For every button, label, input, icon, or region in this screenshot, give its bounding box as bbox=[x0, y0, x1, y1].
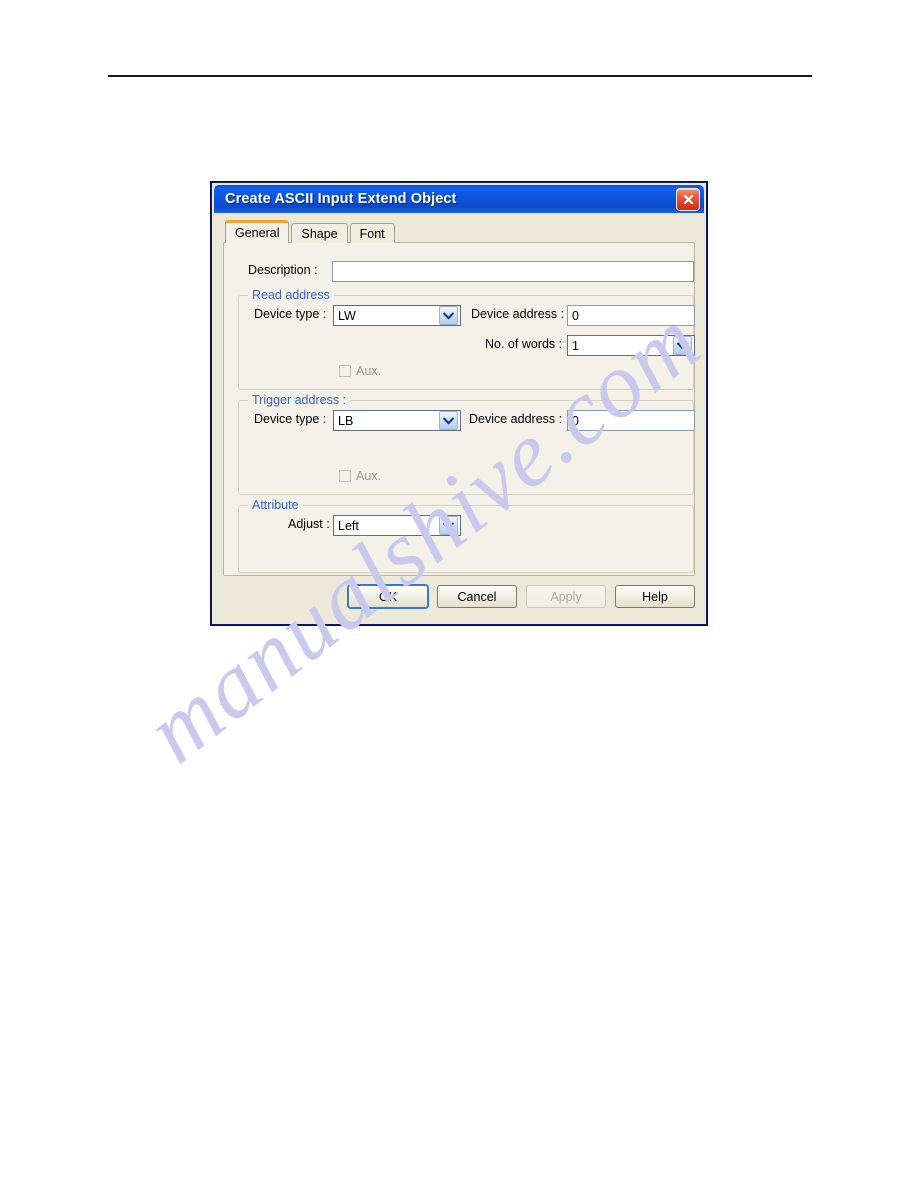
read-device-type-select[interactable]: LW bbox=[333, 305, 461, 326]
chevron-down-icon[interactable] bbox=[439, 411, 458, 430]
cancel-button[interactable]: Cancel bbox=[437, 585, 517, 608]
chevron-down-icon[interactable] bbox=[439, 306, 458, 325]
attribute-group-title: Attribute bbox=[248, 498, 303, 512]
read-address-group: Read address Device type : LW Device add… bbox=[238, 288, 695, 390]
chevron-down-icon[interactable] bbox=[439, 516, 458, 535]
dialog-body: General Shape Font Description : Read ad… bbox=[214, 213, 704, 622]
trigger-device-address-row: Device address : bbox=[469, 412, 562, 426]
trigger-aux-checkbox-row[interactable]: Aux. bbox=[339, 469, 381, 483]
read-device-address-label: Device address : bbox=[471, 307, 565, 321]
trigger-device-address-label: Device address : bbox=[469, 412, 563, 426]
create-ascii-input-extend-object-dialog: Create ASCII Input Extend Object General… bbox=[211, 182, 707, 625]
apply-button: Apply bbox=[526, 585, 606, 608]
close-icon[interactable] bbox=[676, 188, 700, 211]
adjust-label: Adjust : bbox=[288, 517, 330, 531]
read-aux-checkbox-row[interactable]: Aux. bbox=[339, 364, 381, 378]
tab-font[interactable]: Font bbox=[349, 223, 395, 243]
trigger-device-type-row: Device type : bbox=[254, 412, 326, 426]
page-horizontal-rule bbox=[108, 75, 812, 77]
dialog-title: Create ASCII Input Extend Object bbox=[225, 191, 457, 207]
trigger-device-address-input[interactable]: 0 bbox=[567, 410, 695, 431]
no-of-words-select[interactable]: 1 bbox=[567, 335, 695, 356]
attribute-group: Attribute Adjust : Left bbox=[238, 498, 694, 573]
tab-shape[interactable]: Shape bbox=[291, 223, 348, 243]
tabpanel-general: Description : Read address Device type :… bbox=[223, 242, 695, 576]
read-device-address-row: Device address : bbox=[471, 307, 564, 321]
dialog-tabs: General Shape Font bbox=[225, 220, 397, 243]
trigger-address-group: Trigger address : Device type : LB Devic… bbox=[238, 393, 695, 495]
no-of-words-value: 1 bbox=[572, 338, 579, 353]
description-label: Description : bbox=[248, 263, 318, 277]
read-aux-label: Aux. bbox=[356, 364, 382, 378]
help-button[interactable]: Help bbox=[615, 585, 695, 608]
trigger-address-group-title: Trigger address : bbox=[248, 393, 351, 407]
trigger-device-type-label: Device type : bbox=[254, 412, 327, 426]
read-device-type-row: Device type : bbox=[254, 307, 326, 321]
no-of-words-row: No. of words : bbox=[485, 337, 562, 351]
trigger-device-type-select[interactable]: LB bbox=[333, 410, 461, 431]
read-device-address-input[interactable]: 0 bbox=[567, 305, 695, 326]
trigger-aux-checkbox[interactable] bbox=[339, 470, 351, 482]
no-of-words-label: No. of words : bbox=[485, 337, 563, 351]
description-row: Description : bbox=[248, 263, 317, 277]
ok-button[interactable]: OK bbox=[348, 585, 428, 608]
read-device-type-value: LW bbox=[338, 308, 356, 323]
adjust-row: Adjust : bbox=[288, 517, 330, 531]
chevron-down-icon[interactable] bbox=[673, 336, 692, 355]
adjust-select[interactable]: Left bbox=[333, 515, 461, 536]
trigger-device-type-value: LB bbox=[338, 413, 354, 428]
adjust-value: Left bbox=[338, 518, 359, 533]
trigger-aux-label: Aux. bbox=[356, 469, 382, 483]
tab-general[interactable]: General bbox=[225, 220, 290, 243]
dialog-footer: OK Cancel Apply Help bbox=[214, 582, 704, 616]
dialog-titlebar[interactable]: Create ASCII Input Extend Object bbox=[214, 185, 704, 213]
description-input[interactable] bbox=[332, 261, 694, 282]
read-aux-checkbox[interactable] bbox=[339, 365, 351, 377]
read-device-type-label: Device type : bbox=[254, 307, 327, 321]
read-address-group-title: Read address bbox=[248, 288, 334, 302]
